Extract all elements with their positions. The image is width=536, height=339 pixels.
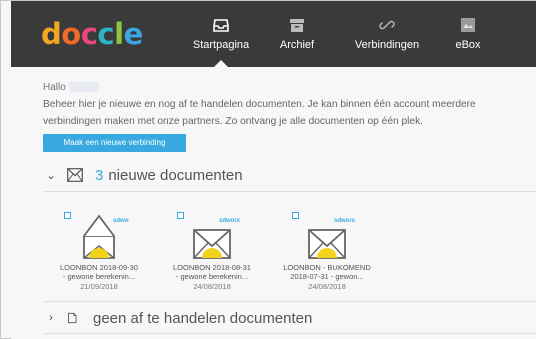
new-connection-button[interactable]: Maak een nieuwe verbinding	[43, 134, 186, 152]
doccle-logo[interactable]: doccle	[41, 17, 143, 51]
nav-label: Startpagina	[192, 39, 250, 51]
nav-label: Archief	[279, 39, 315, 51]
document-thumbnail[interactable]: sdworx	[64, 210, 135, 260]
document-thumbnail[interactable]: sdworx	[177, 210, 242, 260]
pending-documents-title: geen af te handelen documenten	[93, 309, 313, 327]
envelope-icon: sdworx	[193, 218, 241, 259]
new-documents-count: 3	[95, 166, 104, 184]
svg-text:sdworx: sdworx	[334, 218, 356, 224]
document-name: LOONBON 2018-09-30- gewone berekenin...	[60, 263, 138, 281]
top-header: doccle Startpagina Archief Verbindingen …	[11, 1, 536, 67]
nav-archief[interactable]: Archief	[263, 1, 331, 67]
main-content: Hallo Beheer hier je nieuwe en nog af te…	[11, 67, 536, 339]
document-date: 24/08/2018	[193, 282, 231, 291]
document-card[interactable]: sdworx LOONBON 2018-08-31- gewone bereke…	[157, 210, 267, 291]
ebox-icon	[461, 18, 475, 32]
envelope-icon	[67, 168, 83, 182]
section-divider	[43, 301, 536, 302]
document-name: LOONBON 2018-08-31- gewone berekenin...	[173, 263, 251, 281]
document-checkbox[interactable]	[292, 212, 299, 219]
app-window: doccle Startpagina Archief Verbindingen …	[0, 0, 536, 339]
inbox-icon	[213, 19, 229, 32]
section-divider	[43, 333, 536, 334]
archive-icon	[290, 19, 304, 32]
new-documents-section-header[interactable]: ⌄ 3 nieuwe documenten	[45, 165, 243, 185]
svg-text:sdworx: sdworx	[113, 218, 129, 224]
document-name: LOONBON - BUKOMEND 2018-07-31 - gewon...	[283, 263, 371, 281]
chevron-down-icon[interactable]: ⌄	[45, 169, 57, 182]
sealed-envelope-icon: sdworx	[83, 214, 135, 259]
greeting: Hallo	[43, 82, 99, 93]
document-checkbox[interactable]	[64, 212, 71, 219]
nav-ebox[interactable]: eBox	[441, 1, 495, 67]
user-name-redacted	[68, 82, 99, 93]
document-date: 24/08/2018	[308, 282, 346, 291]
document-icon	[68, 312, 77, 324]
nav-startpagina[interactable]: Startpagina	[181, 1, 261, 67]
document-date: 21/09/2018	[80, 282, 118, 291]
greeting-text: Hallo	[43, 82, 66, 93]
nav-label: Verbindingen	[354, 39, 420, 51]
document-thumbnail[interactable]: sdworx	[292, 210, 357, 260]
active-pointer	[214, 60, 228, 67]
document-card[interactable]: sdworx LOONBON 2018-09-30- gewone bereke…	[44, 210, 154, 291]
link-icon	[379, 20, 395, 30]
intro-text: Beheer hier je nieuwe en nog af te hande…	[43, 99, 476, 127]
nav-verbindingen[interactable]: Verbindingen	[337, 1, 437, 67]
new-documents-title: nieuwe documenten	[108, 166, 243, 184]
section-divider	[43, 191, 536, 192]
chevron-right-icon[interactable]: ›	[45, 312, 57, 324]
svg-text:sdworx: sdworx	[219, 218, 241, 224]
pending-documents-section-header[interactable]: › geen af te handelen documenten	[45, 308, 312, 328]
document-card[interactable]: sdworx LOONBON - BUKOMEND 2018-07-31 - ge…	[272, 210, 382, 291]
envelope-icon: sdworx	[308, 218, 356, 259]
nav-label: eBox	[455, 39, 481, 51]
document-checkbox[interactable]	[177, 212, 184, 219]
